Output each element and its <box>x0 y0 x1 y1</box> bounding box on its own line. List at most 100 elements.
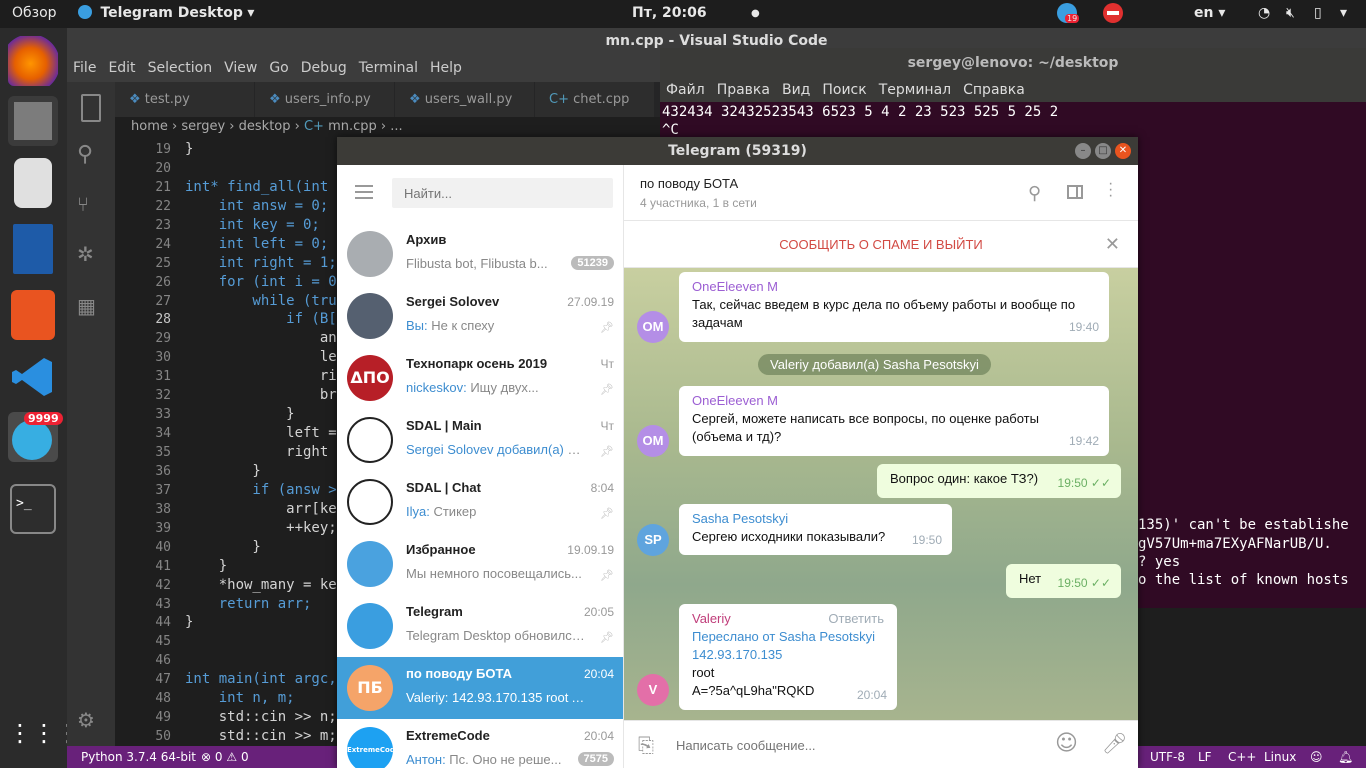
menu-debug[interactable]: Debug <box>295 54 353 82</box>
debug-icon[interactable]: ✲ <box>77 242 105 270</box>
term-menu-edit[interactable]: Правка <box>711 78 776 102</box>
tab-chet-cpp[interactable]: C+ chet.cpp <box>535 82 655 117</box>
python-interpreter[interactable]: Python 3.7.4 64-bit <box>81 746 196 768</box>
term-menu-search[interactable]: Поиск <box>816 78 872 102</box>
menu-go[interactable]: Go <box>263 54 294 82</box>
avatar[interactable]: SP <box>637 524 669 556</box>
emoji-icon[interactable]: ☺ <box>1055 731 1078 756</box>
attach-icon[interactable]: ⎘ <box>638 733 654 757</box>
crumb-home[interactable]: home <box>131 119 168 134</box>
terminal-icon[interactable]: >_ <box>10 484 56 534</box>
telegram-dock-icon[interactable]: 9999 <box>8 412 63 462</box>
close-icon[interactable]: ✕ <box>1105 221 1120 268</box>
menu-selection[interactable]: Selection <box>142 54 219 82</box>
forwarded-from[interactable]: Переслано от Sasha Pesotskyi <box>692 628 885 646</box>
firefox-icon[interactable] <box>8 36 58 86</box>
avatar[interactable]: OM <box>637 311 669 343</box>
message-sender[interactable]: Sasha Pesotskyi <box>692 510 940 528</box>
tray-app-icon[interactable]: 19 <box>1057 3 1080 27</box>
line-number: 28 <box>155 312 171 328</box>
menu-terminal[interactable]: Terminal <box>353 54 424 82</box>
crumb-sergey[interactable]: sergey <box>181 119 225 134</box>
crumb-file[interactable]: mn.cpp <box>328 119 377 134</box>
report-spam-bar[interactable]: СООБЩИТЬ О СПАМЕ И ВЫЙТИ ✕ <box>624 221 1138 268</box>
reply-button[interactable]: Ответить <box>828 610 884 628</box>
term-menu-help[interactable]: Справка <box>957 78 1031 102</box>
battery-icon[interactable]: ▯ <box>1314 5 1322 21</box>
message-bubble-outgoing[interactable]: Нет 19:50 ✓✓ <box>1006 564 1121 598</box>
message-bubble[interactable]: OneEleeven M Сергей, можете написать все… <box>679 386 1109 456</box>
crumb-desktop[interactable]: desktop <box>239 119 291 134</box>
term-menu-terminal[interactable]: Терминал <box>873 78 957 102</box>
settings-gear-icon[interactable]: ⚙ <box>77 708 105 736</box>
feedback-icon[interactable]: ☺ <box>1310 746 1323 768</box>
do-not-disturb-icon[interactable] <box>1103 3 1123 27</box>
encoding[interactable]: UTF-8 <box>1150 746 1185 768</box>
show-apps-icon[interactable]: ⋮⋮⋮ <box>8 708 80 758</box>
chat-item[interactable]: Избранное 19.09.19 Мы немного посовещались… <box>337 533 623 595</box>
report-spam-button[interactable]: СООБЩИТЬ О СПАМЕ И ВЫЙТИ <box>779 237 982 252</box>
message-sender[interactable]: OneEleeven M <box>692 278 1097 296</box>
menu-help[interactable]: Help <box>424 54 468 82</box>
message-bubble[interactable]: OneEleeven M Так, сейчас введем в курс д… <box>679 272 1109 342</box>
message-link[interactable]: 142.93.170.135 <box>692 646 885 664</box>
avatar[interactable]: V <box>637 674 669 706</box>
chat-item[interactable]: SDAL | Chat 8:04 Ilya: Стикер 📌︎ <box>337 471 623 533</box>
menu-view[interactable]: View <box>218 54 263 82</box>
chat-preview: Sergei Solovev добавил(а) S... <box>406 442 586 457</box>
activities-button[interactable]: Обзор <box>12 5 57 21</box>
microphone-icon[interactable]: 🎤︎ <box>1102 731 1127 755</box>
menu-file[interactable]: File <box>67 54 102 82</box>
chat-item[interactable]: Sergei Solovev 27.09.19 Вы: Не к спеху 📌︎ <box>337 285 623 347</box>
chat-item[interactable]: ExtremeCode ExtremeCode 20:04 Антон: Пс. Он… <box>337 719 623 768</box>
conversation-title[interactable]: по поводу БОТА <box>640 176 738 191</box>
more-options-icon[interactable]: · · · <box>1108 176 1113 204</box>
clock[interactable]: Пт, 20:06 <box>632 5 707 21</box>
language-mode[interactable]: C++ <box>1228 746 1257 768</box>
maximize-button[interactable]: □ <box>1095 143 1111 159</box>
menu-edit[interactable]: Edit <box>102 54 141 82</box>
tab-users-wall-py[interactable]: ❖ users_wall.py <box>395 82 535 117</box>
chat-item[interactable]: Telegram 20:05 Telegram Desktop обновился … <box>337 595 623 657</box>
eol[interactable]: LF <box>1198 746 1212 768</box>
message-sender[interactable]: OneEleeven M <box>692 392 1097 410</box>
sidebar-toggle-icon[interactable] <box>1067 185 1083 199</box>
writer-icon[interactable] <box>13 224 53 274</box>
explorer-icon[interactable] <box>81 94 101 122</box>
tab-test-py[interactable]: ❖ test.py <box>115 82 255 117</box>
message-bubble-outgoing[interactable]: Вопрос один: какое ТЗ?) 19:50 ✓✓ <box>877 464 1121 498</box>
app-menu[interactable]: Telegram Desktop ▾ <box>78 5 254 21</box>
system-menu-icon[interactable]: ▾ <box>1340 5 1347 21</box>
wifi-icon[interactable]: ◔ <box>1258 5 1270 21</box>
chat-search-input[interactable] <box>392 178 613 208</box>
message-input[interactable] <box>676 733 1036 757</box>
avatar[interactable]: OM <box>637 425 669 457</box>
hamburger-menu-icon[interactable] <box>355 185 373 199</box>
keyboard-layout[interactable]: en ▾ <box>1194 5 1225 21</box>
chat-item[interactable]: ПБ по поводу БОТА 20:04 Valeriy: 142.93.170… <box>337 657 623 719</box>
chat-item[interactable]: SDAL | Main Чт Sergei Solovev добавил(а) S… <box>337 409 623 471</box>
files-icon[interactable] <box>8 96 58 146</box>
chat-item[interactable]: Архив Flibusta bot, Flibusta b... 51239 <box>337 223 623 285</box>
software-center-icon[interactable] <box>11 290 55 340</box>
crumb-more[interactable]: ... <box>390 119 402 134</box>
search-icon[interactable]: ⚲ <box>77 142 105 170</box>
minimize-button[interactable]: – <box>1075 143 1091 159</box>
message-bubble[interactable]: Valeriy Ответить Переслано от Sasha Peso… <box>679 604 897 710</box>
notifications-bell-icon[interactable]: 🔔︎ <box>1338 746 1353 768</box>
rhythmbox-icon[interactable] <box>14 158 52 208</box>
extensions-icon[interactable]: ▦ <box>77 294 105 322</box>
vscode-icon[interactable] <box>8 352 58 402</box>
chat-item[interactable]: ΔΠΟ Технопарк осень 2019 Чт nickeskov: Ищу … <box>337 347 623 409</box>
volume-muted-icon[interactable]: 🔇︎ <box>1286 5 1295 21</box>
term-menu-file[interactable]: Файл <box>660 78 711 102</box>
os-indicator[interactable]: Linux <box>1264 746 1296 768</box>
problems-indicator[interactable]: ⊗ 0 ⚠ 0 <box>201 746 249 768</box>
chat-time: 8:04 <box>590 481 614 495</box>
close-button[interactable]: ✕ <box>1115 143 1131 159</box>
search-icon[interactable]: ⚲ <box>1028 183 1041 204</box>
message-bubble[interactable]: Sasha Pesotskyi Сергею исходники показыв… <box>679 504 952 555</box>
term-menu-view[interactable]: Вид <box>776 78 816 102</box>
source-control-icon[interactable]: ⑂ <box>77 192 105 220</box>
tab-users-info-py[interactable]: ❖ users_info.py <box>255 82 395 117</box>
